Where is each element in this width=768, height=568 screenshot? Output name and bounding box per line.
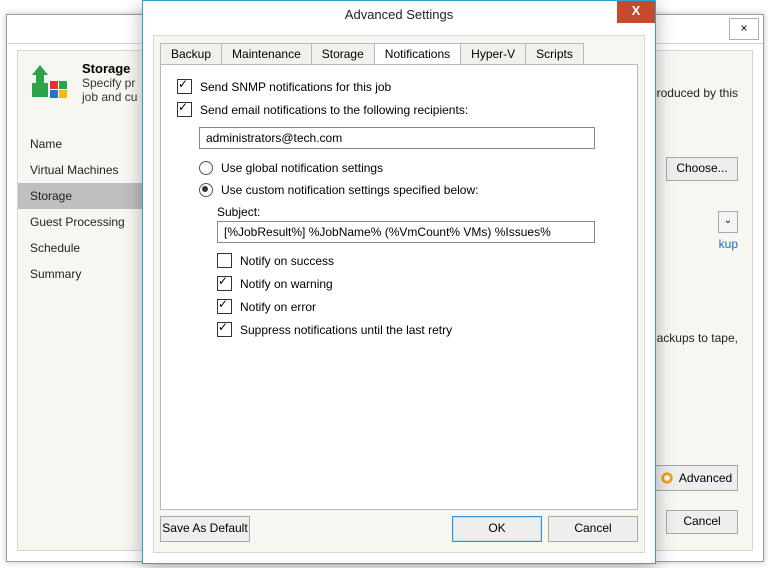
dialog-title: Advanced Settings — [345, 7, 453, 22]
tab-hyper-v[interactable]: Hyper-V — [460, 43, 526, 64]
storage-icon — [30, 61, 70, 101]
bg-link-fragment[interactable]: kup — [719, 237, 738, 251]
subject-input[interactable] — [217, 221, 595, 243]
cancel-button[interactable]: Cancel — [548, 516, 638, 542]
dialog-tabs: Backup Maintenance Storage Notifications… — [154, 36, 644, 63]
tab-storage[interactable]: Storage — [311, 43, 375, 64]
choose-button[interactable]: Choose... — [666, 157, 738, 181]
sidebar-item-summary[interactable]: Summary — [18, 261, 158, 287]
wizard-sidebar: Name Virtual Machines Storage Guest Proc… — [18, 131, 158, 287]
advanced-button-label: Advanced — [679, 471, 732, 485]
email-label: Send email notifications to the followin… — [200, 103, 468, 117]
dialog-close-button[interactable]: X — [617, 1, 655, 23]
wizard-page-subtitle: Specify prjob and cu — [82, 76, 137, 104]
notify-warning-label: Notify on warning — [240, 277, 333, 291]
notifications-panel: Send SNMP notifications for this job Sen… — [160, 64, 638, 510]
advanced-button[interactable]: Advanced — [654, 465, 738, 491]
tab-scripts[interactable]: Scripts — [525, 43, 584, 64]
snmp-label: Send SNMP notifications for this job — [200, 80, 391, 94]
email-checkbox[interactable] — [177, 102, 192, 117]
notify-error-label: Notify on error — [240, 300, 316, 314]
suppress-checkbox[interactable] — [217, 322, 232, 337]
subject-label: Subject: — [217, 205, 621, 219]
suppress-label: Suppress notifications until the last re… — [240, 323, 452, 337]
global-settings-radio[interactable] — [199, 161, 213, 175]
wizard-cancel-button[interactable]: Cancel — [666, 510, 738, 534]
global-settings-label: Use global notification settings — [221, 161, 383, 175]
wizard-page-title: Storage — [82, 61, 137, 76]
notify-error-checkbox[interactable] — [217, 299, 232, 314]
dialog-titlebar: Advanced Settings X — [143, 1, 655, 29]
custom-settings-label: Use custom notification settings specifi… — [221, 183, 478, 197]
custom-settings-radio[interactable] — [199, 183, 213, 197]
sidebar-item-guest-processing[interactable]: Guest Processing — [18, 209, 158, 235]
save-as-default-button[interactable]: Save As Default — [160, 516, 250, 542]
notify-warning-checkbox[interactable] — [217, 276, 232, 291]
sidebar-item-name[interactable]: Name — [18, 131, 158, 157]
tab-notifications[interactable]: Notifications — [374, 43, 461, 64]
gear-icon — [660, 471, 674, 485]
wizard-close-button[interactable]: × — [729, 18, 759, 40]
ok-button[interactable]: OK — [452, 516, 542, 542]
email-recipients-input[interactable] — [199, 127, 595, 149]
dropdown-caret-icon[interactable]: ⌄ — [718, 211, 738, 233]
sidebar-item-schedule[interactable]: Schedule — [18, 235, 158, 261]
snmp-checkbox[interactable] — [177, 79, 192, 94]
notify-success-label: Notify on success — [240, 254, 334, 268]
sidebar-item-virtual-machines[interactable]: Virtual Machines — [18, 157, 158, 183]
tab-backup[interactable]: Backup — [160, 43, 222, 64]
sidebar-item-storage[interactable]: Storage — [18, 183, 158, 209]
notify-success-checkbox[interactable] — [217, 253, 232, 268]
advanced-settings-dialog: Advanced Settings X Backup Maintenance S… — [142, 0, 656, 564]
tab-maintenance[interactable]: Maintenance — [221, 43, 312, 64]
